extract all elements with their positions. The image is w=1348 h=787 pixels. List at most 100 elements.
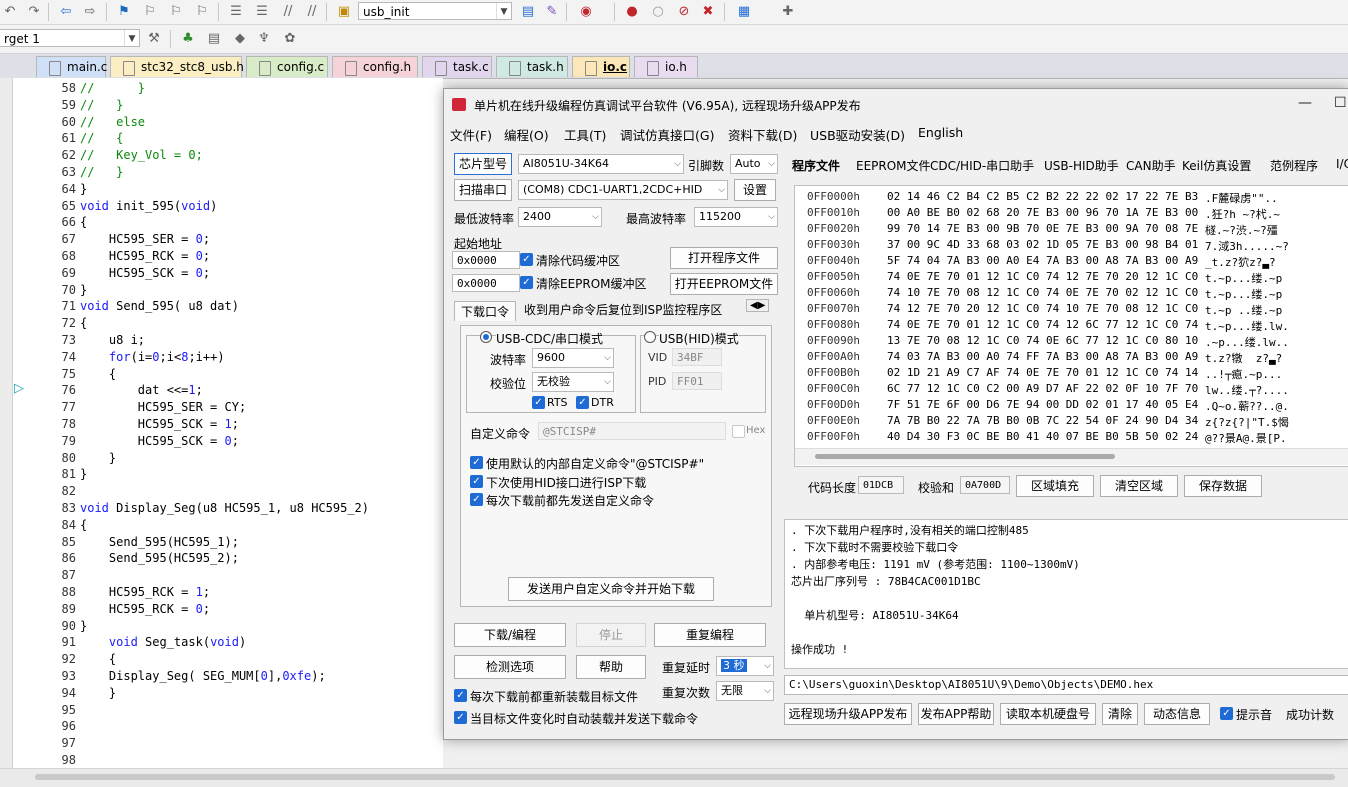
right-tab[interactable]: Keil仿真设置: [1182, 157, 1251, 174]
log-output[interactable]: . 下次下载用户程序时,没有相关的端口控制485 . 下次下载时不需要校验下载口令…: [784, 519, 1348, 669]
max-baud-select[interactable]: 115200 ⌵: [694, 207, 778, 227]
horizontal-scrollbar[interactable]: [0, 768, 1348, 787]
send-command-before-checkbox[interactable]: ✓: [470, 493, 483, 506]
target-combo[interactable]: rget 1 ▼: [0, 29, 140, 47]
code-line[interactable]: }: [80, 182, 87, 196]
bookmark-prev-icon[interactable]: ⚐: [142, 4, 158, 20]
code-line[interactable]: Send_595(HC595_1);: [80, 535, 239, 549]
eeprom-address-input[interactable]: 0x0000: [452, 274, 520, 292]
right-tab[interactable]: 范例程序: [1270, 157, 1318, 174]
code-line[interactable]: for(i=0;i<8;i++): [80, 350, 225, 364]
bottom-action-button[interactable]: 远程现场升级APP发布: [784, 703, 912, 725]
browse-icon[interactable]: ✎: [544, 4, 560, 20]
code-line[interactable]: void Send_595( u8 dat): [80, 299, 239, 313]
code-line[interactable]: }: [80, 283, 87, 297]
code-line[interactable]: {: [80, 518, 87, 532]
target-options-icon[interactable]: ⚒: [146, 31, 162, 47]
check-options-button[interactable]: 检测选项: [454, 655, 566, 679]
code-line[interactable]: Display_Seg( SEG_MUM[0],0xfe);: [80, 669, 326, 683]
tab-scroll-arrows-icon[interactable]: ◀▶: [746, 299, 770, 312]
breakpoint-kill-icon[interactable]: ✖: [700, 4, 716, 20]
code-line[interactable]: HC595_SER = 0;: [80, 232, 210, 246]
chip-model-button[interactable]: 芯片型号: [454, 153, 512, 175]
hid-next-download-checkbox[interactable]: ✓: [470, 475, 483, 488]
tab-config-c[interactable]: config.c: [246, 56, 328, 77]
breakpoint-disable-icon[interactable]: ○: [650, 4, 666, 20]
parity-select[interactable]: 无校验 ⌵: [532, 372, 614, 392]
tab-io-h[interactable]: io.h: [634, 56, 698, 77]
code-line[interactable]: {: [80, 367, 116, 381]
code-line[interactable]: // else: [80, 115, 145, 129]
right-tab[interactable]: 程序文件: [792, 157, 840, 174]
clear-region-button[interactable]: 清空区域: [1100, 475, 1178, 497]
dtr-checkbox[interactable]: ✓: [576, 396, 589, 409]
code-line[interactable]: HC595_RCK = 0;: [80, 249, 210, 263]
chip-model-select[interactable]: AI8051U-34K64 ⌵: [518, 154, 684, 174]
tab-config-h[interactable]: config.h: [332, 56, 418, 77]
repeat-program-button[interactable]: 重复编程: [654, 623, 766, 647]
scroll-thumb[interactable]: [35, 774, 1335, 780]
bottom-action-button[interactable]: 动态信息: [1144, 703, 1210, 725]
tab-task-h[interactable]: task.h: [496, 56, 568, 77]
code-line[interactable]: {: [80, 316, 87, 330]
books-icon[interactable]: ✿: [282, 31, 298, 47]
code-line[interactable]: // {: [80, 131, 123, 145]
right-tab[interactable]: EEPROM文件: [856, 157, 931, 174]
tools-icon[interactable]: ✚: [780, 4, 796, 20]
tab-reset-to-isp[interactable]: 收到用户命令后复位到ISP监控程序区: [524, 301, 722, 318]
code-line[interactable]: {: [80, 215, 87, 229]
redo-icon[interactable]: ↷: [26, 4, 42, 20]
settings-button[interactable]: 设置: [734, 179, 776, 201]
menu-item[interactable]: USB驱动安装(D): [810, 125, 905, 144]
save-data-button[interactable]: 保存数据: [1184, 475, 1262, 497]
open-program-button[interactable]: 打开程序文件: [670, 247, 778, 269]
port-select[interactable]: (COM8) CDC1-UART1,2CDC+HID ⌵: [518, 180, 728, 200]
bookmark-clear-icon[interactable]: ⚐: [194, 4, 210, 20]
clear-eeprom-checkbox[interactable]: ✓: [520, 276, 533, 289]
right-tab[interactable]: I/O: [1336, 157, 1348, 171]
bookmark-icon[interactable]: ⚑: [116, 4, 132, 20]
code-line[interactable]: // }: [80, 81, 145, 95]
bottom-action-button[interactable]: 读取本机硬盘号: [1000, 703, 1096, 725]
menu-item[interactable]: 文件(F): [450, 125, 492, 144]
custom-command-input[interactable]: @STCISP#: [538, 422, 726, 440]
bookmark-next-icon[interactable]: ⚐: [168, 4, 184, 20]
run-env-icon[interactable]: ♆: [256, 31, 272, 47]
code-line[interactable]: {: [80, 652, 116, 666]
code-line[interactable]: }: [80, 467, 87, 481]
tab-task-c[interactable]: task.c: [422, 56, 492, 77]
code-line[interactable]: void init_595(void): [80, 199, 217, 213]
code-line[interactable]: }: [80, 451, 116, 465]
code-line[interactable]: HC595_SCK = 0;: [80, 266, 210, 280]
bottom-action-button[interactable]: 清除: [1102, 703, 1138, 725]
code-line[interactable]: }: [80, 686, 116, 700]
auto-load-checkbox[interactable]: ✓: [454, 711, 467, 724]
download-button[interactable]: 下载/编程: [454, 623, 566, 647]
bottom-action-button[interactable]: 发布APP帮助: [918, 703, 994, 725]
code-line[interactable]: HC595_SER = CY;: [80, 400, 246, 414]
debug-start-icon[interactable]: ◉: [578, 4, 594, 20]
window-icon[interactable]: ▦: [736, 4, 752, 20]
code-line[interactable]: HC595_RCK = 1;: [80, 585, 210, 599]
usb-cdc-radio[interactable]: [480, 331, 492, 343]
hex-scroll-thumb[interactable]: [815, 454, 1115, 459]
find-combo[interactable]: usb_init ▼: [358, 2, 512, 20]
baud-select[interactable]: 9600 ⌵: [532, 348, 614, 368]
breakpoint-icon[interactable]: ●: [624, 4, 640, 20]
scan-port-button[interactable]: 扫描串口: [454, 179, 512, 201]
code-line[interactable]: HC595_SCK = 1;: [80, 417, 239, 431]
open-eeprom-button[interactable]: 打开EEPROM文件: [670, 273, 778, 295]
code-line[interactable]: u8 i;: [80, 333, 145, 347]
hex-scrollbar[interactable]: [795, 448, 1348, 465]
breakpoint-clear-icon[interactable]: ⊘: [676, 4, 692, 20]
find-icon[interactable]: ▤: [520, 4, 536, 20]
code-line[interactable]: void Seg_task(void): [80, 635, 246, 649]
find-in-files-icon[interactable]: ▣: [336, 4, 352, 20]
code-line[interactable]: void Display_Seg(u8 HC595_1, u8 HC595_2): [80, 501, 369, 515]
right-tab[interactable]: CAN助手: [1126, 157, 1176, 174]
nav-forward-icon[interactable]: ⇨: [82, 4, 98, 20]
maximize-icon[interactable]: ☐: [1334, 95, 1347, 111]
pack-installer-icon[interactable]: ◆: [232, 31, 248, 47]
right-tab[interactable]: USB-HID助手: [1044, 157, 1119, 174]
code-line[interactable]: // Key_Vol = 0;: [80, 148, 203, 162]
